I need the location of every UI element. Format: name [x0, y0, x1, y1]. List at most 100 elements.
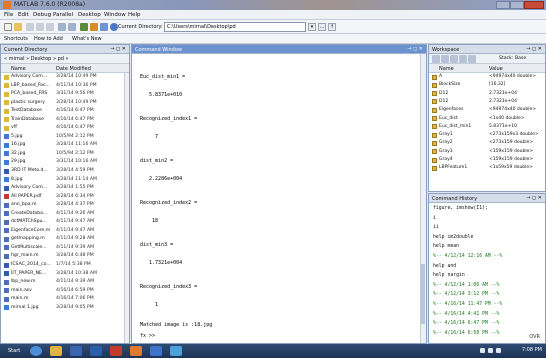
session-separator[interactable]: %-- 4/12/14 1:06 AM --% [433, 283, 499, 288]
file-row[interactable]: getmapping.m 4/11/14 9:28 AM [1, 235, 129, 244]
open-variable-icon[interactable] [441, 55, 449, 63]
start-button[interactable]: Start [2, 346, 26, 356]
session-separator[interactable]: %-- 4/12/14 3:12 PM --% [433, 292, 499, 297]
stack-value[interactable]: Base [515, 56, 526, 61]
menu-edit[interactable]: Edit [18, 12, 29, 18]
col-date[interactable]: Date Modified [56, 66, 91, 72]
file-row[interactable]: PCA_based_FRS 3/31/14 9:56 PM [1, 90, 129, 99]
session-separator[interactable]: %-- 4/16/14 6:50 PM --% [433, 331, 499, 336]
variable-row[interactable]: D12 2.7321e+04 [429, 90, 545, 98]
variable-row[interactable]: Eigenfaces <94974x40 double> [429, 106, 545, 114]
simulink-icon[interactable] [80, 23, 88, 31]
file-row[interactable]: 32.jpg 10/5/94 2:12 PM [1, 150, 129, 159]
explorer-icon[interactable] [50, 346, 62, 356]
file-row[interactable]: 16.jpg 3/28/14 11:16 AM [1, 141, 129, 150]
maximize-button[interactable] [510, 1, 524, 9]
history-entry[interactable]: figure, imshow(I1); [433, 206, 488, 211]
history-entry[interactable]: ii [433, 225, 439, 230]
menu-help[interactable]: Help [128, 12, 141, 18]
file-row[interactable]: mirnal 1.jpg 3/28/14 9:05 PM [1, 304, 129, 313]
menu-parallel[interactable]: Parallel [53, 12, 73, 18]
file-row[interactable]: TrainDatabase 4/16/14 6:47 PM [1, 116, 129, 125]
help-icon[interactable] [110, 23, 118, 31]
network-icon[interactable] [170, 346, 182, 356]
paint-icon[interactable] [150, 346, 162, 356]
how-to-add-link[interactable]: How to Add [34, 36, 63, 42]
menu-file[interactable]: File [4, 12, 13, 18]
file-row[interactable]: LBP_based_Fac... 4/11/14 10:36 PM [1, 82, 129, 91]
file-row[interactable]: 5.jpg 10/5/94 2:12 PM [1, 133, 129, 142]
history-entry[interactable]: help mean [433, 244, 459, 249]
history-entry[interactable]: help nargin [433, 273, 465, 278]
command-prompt[interactable]: fx >> [140, 333, 155, 339]
variable-row[interactable]: A <94974x40 double> [429, 73, 545, 81]
file-row[interactable]: All PAPER.pdf 3/28/14 6:34 PM [1, 193, 129, 202]
file-row[interactable]: Advisory Com... 3/28/14 10:49 PM [1, 73, 129, 82]
tray-volume-icon[interactable] [488, 348, 493, 353]
session-separator[interactable]: %-- 4/16/14 6:47 PM --% [433, 321, 499, 326]
file-list-scrollbar[interactable] [124, 73, 129, 343]
browse-folder-icon[interactable]: … [318, 23, 326, 31]
open-folder-icon[interactable] [14, 23, 22, 31]
file-row[interactable]: IIT_PAPER_NE... 3/28/14 10:38 AM [1, 270, 129, 279]
ie-icon[interactable] [30, 346, 42, 356]
session-separator[interactable]: %-- 4/16/14 4:41 PM --% [433, 312, 499, 317]
file-row[interactable]: hgr_main.m 3/28/14 6:48 PM [1, 252, 129, 261]
history-entry[interactable]: help im2double [433, 235, 473, 240]
variable-row[interactable]: Euc_dist <1x40 double> [429, 115, 545, 123]
word-icon[interactable] [90, 346, 102, 356]
panel-controls-icon[interactable]: → ◻ ✕ [526, 195, 542, 201]
save-workspace-icon[interactable] [459, 55, 467, 63]
variable-row[interactable]: LBPFeature1 <1x59x59 double> [429, 164, 545, 172]
tray-battery-icon[interactable] [496, 348, 501, 353]
profiler-icon[interactable] [100, 23, 108, 31]
dropdown-icon[interactable]: ▾ [308, 23, 316, 31]
delete-variable-icon[interactable] [468, 55, 476, 63]
redo-icon[interactable] [68, 23, 76, 31]
history-entry[interactable]: i [433, 216, 436, 221]
file-row[interactable]: main.m 4/16/14 7:06 PM [1, 295, 129, 304]
file-row[interactable]: GetMultiscale... 4/11/14 9:39 AM [1, 244, 129, 253]
variable-row[interactable]: Gray2 <273x159 double> [429, 139, 545, 147]
file-row[interactable]: lbp_new.m 4/11/14 9:39 AM [1, 278, 129, 287]
shortcuts-label[interactable]: Shortcuts [4, 36, 28, 42]
file-row[interactable]: CreateDataba... 4/11/14 9:26 AM [1, 210, 129, 219]
whats-new-link[interactable]: What's New [72, 36, 102, 42]
minimize-button[interactable] [496, 1, 510, 9]
variable-row[interactable]: Gray3 <159x159 double> [429, 148, 545, 156]
paste-icon[interactable] [46, 23, 54, 31]
history-entry[interactable]: help and [433, 264, 456, 269]
file-row[interactable]: dctMATChSpu... 4/11/14 9:47 AM [1, 218, 129, 227]
file-row[interactable]: 8.jpg 3/28/14 11:14 AM [1, 176, 129, 185]
file-row[interactable]: main.asv 4/16/14 6:59 PM [1, 287, 129, 296]
path-bar[interactable]: « mirnal » Desktop » pd » [1, 54, 129, 64]
new-variable-icon[interactable] [432, 55, 440, 63]
cut-icon[interactable] [26, 23, 34, 31]
command-window-scrollbar[interactable] [420, 54, 426, 343]
variable-row[interactable]: BlockSize [16,32] [429, 81, 545, 89]
file-row[interactable]: vff 4/16/14 6:47 PM [1, 124, 129, 133]
scrollbar-thumb[interactable] [421, 264, 425, 324]
session-separator[interactable]: %-- 4/16/14 11:47 PM --% [433, 302, 502, 307]
file-row[interactable]: ann_bpa.m 3/28/14 4:37 PM [1, 201, 129, 210]
acrobat-icon[interactable] [110, 346, 122, 356]
session-separator[interactable]: %-- 4/12/14 12:16 AM --% [433, 254, 502, 259]
variable-row[interactable]: Gray4 <159x159 double> [429, 156, 545, 164]
variable-row[interactable]: Euc_dist_min1 5.8371e+10 [429, 123, 545, 131]
variable-row[interactable]: D12 2.7321e+04 [429, 98, 545, 106]
variable-row[interactable]: Gray1 <273x159x3 double> [429, 131, 545, 139]
panel-controls-icon[interactable]: → ◻ ✕ [110, 46, 126, 52]
guide-icon[interactable] [90, 23, 98, 31]
command-output[interactable]: Euc_dist_min1 = 5.8371e+010 Recognized_in… [132, 54, 426, 343]
file-row[interactable]: EigenfaceCore.m 4/11/14 9:47 AM [1, 227, 129, 236]
copy-icon[interactable] [36, 23, 44, 31]
import-data-icon[interactable] [450, 55, 458, 63]
menu-window[interactable]: Window [104, 12, 126, 18]
media-player-icon[interactable] [70, 346, 82, 356]
undo-icon[interactable] [58, 23, 66, 31]
file-row[interactable]: 3RD IT Meto.d... 3/28/14 4:59 PM [1, 167, 129, 176]
file-row[interactable]: plastic surgery 3/28/14 10:49 PM [1, 99, 129, 108]
panel-controls-icon[interactable]: → ◻ ✕ [407, 46, 423, 52]
file-row[interactable]: 29.jpg 3/31/14 10:16 AM [1, 158, 129, 167]
menu-debug[interactable]: Debug [33, 12, 51, 18]
